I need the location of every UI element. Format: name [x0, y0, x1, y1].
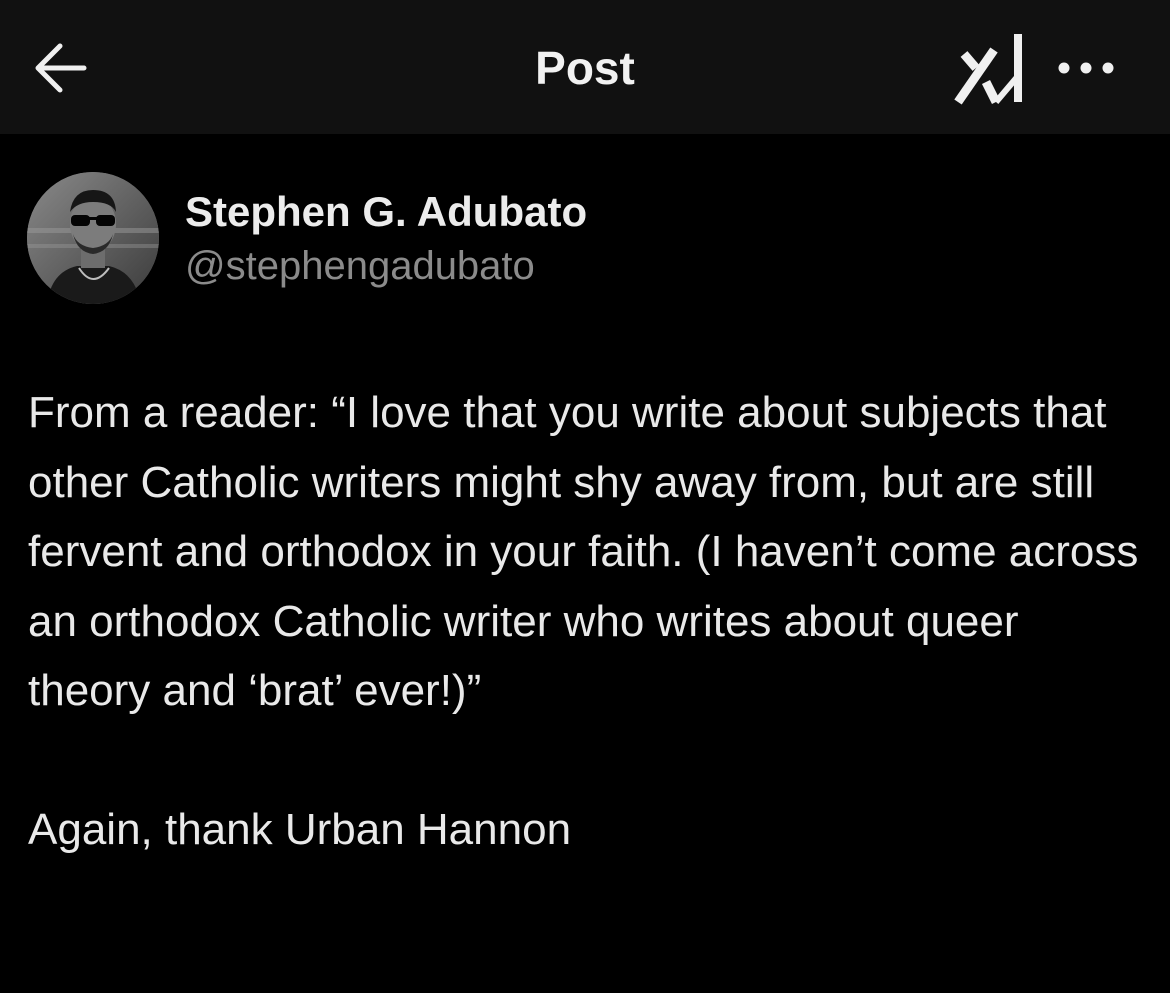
author-name[interactable]: Stephen G. Adubato	[185, 186, 587, 238]
avatar[interactable]	[27, 172, 159, 304]
post-text: From a reader: “I love that you write ab…	[28, 388, 1139, 854]
grok-logo-icon	[954, 34, 1022, 105]
grok-button[interactable]	[950, 28, 1032, 108]
more-options-button[interactable]	[1050, 50, 1122, 86]
back-button[interactable]	[26, 36, 96, 100]
top-bar: Post	[0, 0, 1170, 134]
author-handle[interactable]: @stephengadubato	[185, 240, 535, 292]
more-horizontal-icon	[1058, 62, 1114, 74]
arrow-left-icon	[35, 43, 87, 93]
profile-photo	[27, 172, 159, 304]
